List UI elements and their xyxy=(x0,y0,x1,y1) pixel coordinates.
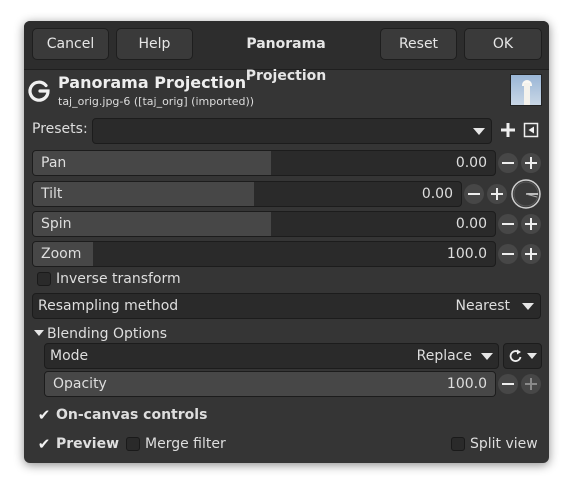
resampling-method-label: Resampling method xyxy=(38,298,179,314)
spin-increment-button[interactable] xyxy=(521,214,541,234)
opacity-value: 100.0 xyxy=(446,376,487,392)
blend-mode-combo[interactable]: Mode Replace xyxy=(44,343,499,369)
pan-value: 0.00 xyxy=(455,155,487,171)
expander-triangle-icon[interactable] xyxy=(34,330,44,336)
chevron-down-icon xyxy=(522,303,534,310)
zoom-label: Zoom xyxy=(41,246,82,262)
inverse-transform-label: Inverse transform xyxy=(56,271,181,287)
dialog-title: Panorama Projection xyxy=(245,36,327,84)
spin-decrement-button[interactable] xyxy=(498,214,518,234)
spin-label: Spin xyxy=(41,216,72,232)
opacity-label: Opacity xyxy=(53,376,107,392)
tilt-label: Tilt xyxy=(41,186,63,202)
resampling-method-combo[interactable]: Resampling method Nearest xyxy=(32,293,541,319)
composite-mode-icon xyxy=(509,349,522,362)
split-view-checkbox[interactable] xyxy=(451,437,465,451)
gegl-logo-icon xyxy=(28,80,50,102)
blend-mode-label: Mode xyxy=(50,348,89,364)
tilt-value: 0.00 xyxy=(421,186,453,202)
chevron-down-icon xyxy=(473,128,485,135)
spin-spinscale[interactable]: Spin 0.00 xyxy=(32,211,496,237)
image-thumbnail xyxy=(510,74,542,106)
operation-subtitle: taj_orig.jpg-6 ([taj_orig] (imported)) xyxy=(58,95,255,108)
on-canvas-controls-label: On-canvas controls xyxy=(56,407,208,423)
preview-checkbox[interactable]: ✔ xyxy=(37,437,51,452)
opacity-increment-button[interactable] xyxy=(521,374,541,394)
merge-filter-checkbox[interactable] xyxy=(126,437,140,451)
split-view-label: Split view xyxy=(470,436,538,452)
operation-title: Panorama Projection xyxy=(58,73,247,92)
pan-decrement-button[interactable] xyxy=(498,153,518,173)
opacity-fill xyxy=(45,372,495,396)
inverse-transform-checkbox[interactable] xyxy=(37,272,51,286)
ok-button[interactable]: OK xyxy=(464,28,542,60)
pan-label: Pan xyxy=(41,155,67,171)
preset-menu-icon[interactable] xyxy=(523,122,539,138)
tilt-increment-button[interactable] xyxy=(487,184,507,204)
pan-spinscale[interactable]: Pan 0.00 xyxy=(32,150,496,176)
dialog-header: Cancel Help Panorama Projection Reset OK xyxy=(24,21,549,84)
reset-button[interactable]: Reset xyxy=(380,28,457,60)
zoom-decrement-button[interactable] xyxy=(498,244,518,264)
tilt-fill xyxy=(33,182,254,206)
pan-increment-button[interactable] xyxy=(521,153,541,173)
presets-combo[interactable] xyxy=(92,118,492,144)
composite-mode-combo[interactable] xyxy=(503,343,542,369)
cancel-button[interactable]: Cancel xyxy=(32,28,109,60)
opacity-spinscale[interactable]: Opacity 100.0 xyxy=(44,371,496,397)
resampling-method-value: Nearest xyxy=(455,298,510,314)
on-canvas-controls-checkbox[interactable]: ✔ xyxy=(37,408,51,423)
tilt-decrement-button[interactable] xyxy=(464,184,484,204)
add-preset-icon[interactable] xyxy=(500,122,516,138)
zoom-increment-button[interactable] xyxy=(521,244,541,264)
pan-fill xyxy=(33,151,271,175)
angle-dial-icon[interactable] xyxy=(510,178,542,210)
preview-label: Preview xyxy=(56,436,120,452)
tilt-spinscale[interactable]: Tilt 0.00 xyxy=(32,181,462,207)
chevron-down-icon xyxy=(527,353,537,359)
zoom-spinscale[interactable]: Zoom 100.0 xyxy=(32,241,496,267)
merge-filter-label: Merge filter xyxy=(145,436,226,452)
blend-mode-value: Replace xyxy=(416,348,472,364)
zoom-value: 100.0 xyxy=(446,246,487,262)
opacity-decrement-button[interactable] xyxy=(498,374,518,394)
chevron-down-icon xyxy=(481,353,493,360)
blending-options-expander[interactable]: Blending Options xyxy=(47,326,167,342)
panorama-projection-dialog: Cancel Help Panorama Projection Reset OK… xyxy=(24,21,549,463)
presets-label: Presets: xyxy=(32,121,88,137)
help-button[interactable]: Help xyxy=(116,28,193,60)
spin-value: 0.00 xyxy=(455,216,487,232)
